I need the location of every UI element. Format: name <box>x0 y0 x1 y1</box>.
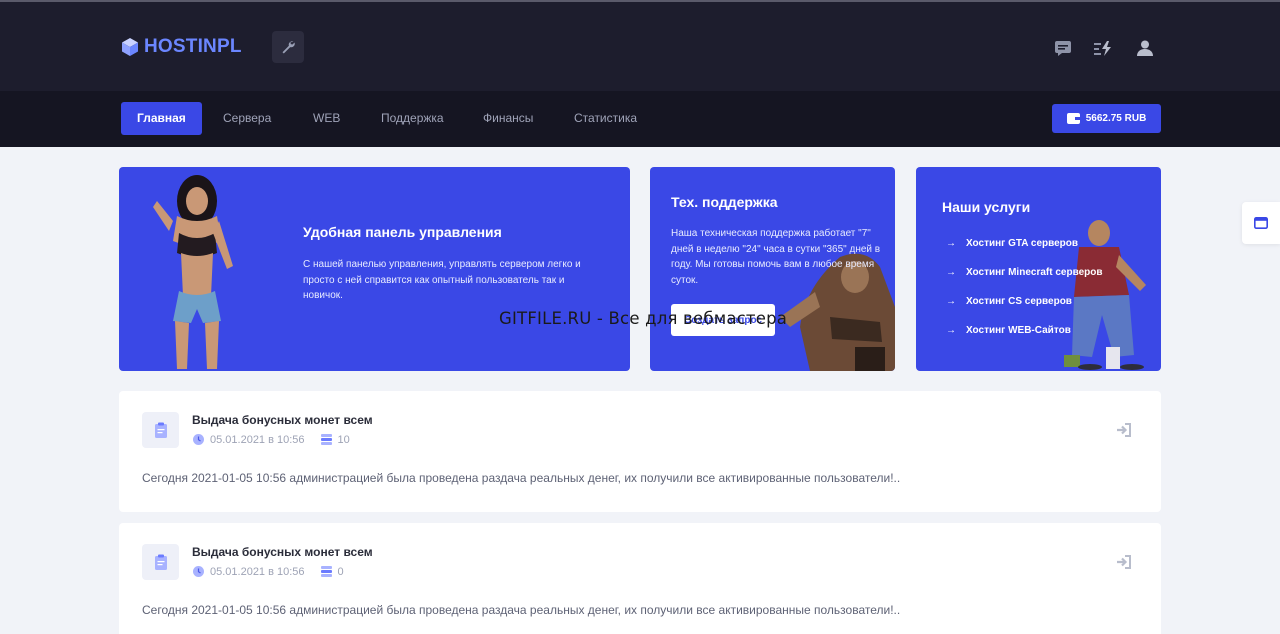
news-item: Выдача бонусных монет всем 05.01.2021 в … <box>119 391 1161 512</box>
news-text: Сегодня 2021-01-05 10:56 администрацией … <box>142 603 901 617</box>
clipboard-icon <box>142 412 179 448</box>
arrow-right-icon: → <box>946 238 956 249</box>
clock-icon <box>192 433 205 446</box>
control-panel-card: Удобная панель управления С нашей панель… <box>119 167 630 371</box>
panel-card-title: Удобная панель управления <box>303 224 502 240</box>
balance-amount: 5662.75 RUB <box>1085 113 1147 124</box>
window-icon <box>1254 217 1268 229</box>
logo[interactable]: HOSTINPL <box>120 36 242 58</box>
support-card: Тех. поддержка Наша техническая поддержк… <box>650 167 895 371</box>
arrow-right-icon: → <box>946 325 956 336</box>
service-item-cs[interactable]: → Хостинг CS серверов <box>946 287 1103 316</box>
service-item-gta[interactable]: → Хостинг GTA серверов <box>946 229 1103 258</box>
news-date: 05.01.2021 в 10:56 <box>210 433 305 446</box>
wallet-icon <box>1066 113 1080 124</box>
chat-icon[interactable] <box>1053 38 1073 58</box>
services-card: Наши услуги → Хостинг GTA серверов → Хости… <box>916 167 1161 371</box>
news-meta: 05.01.2021 в 10:56 0 <box>192 565 344 578</box>
nav-home[interactable]: Главная <box>121 102 202 135</box>
news-views: 10 <box>337 433 350 446</box>
services-card-title: Наши услуги <box>942 199 1031 215</box>
balance-button[interactable]: 5662.75 RUB <box>1052 104 1161 133</box>
news-text: Сегодня 2021-01-05 10:56 администрацией … <box>142 471 901 485</box>
sign-in-icon[interactable] <box>1115 421 1133 439</box>
side-panel-toggle[interactable] <box>1242 202 1280 244</box>
top-header: HOSTINPL <box>0 0 1280 91</box>
arrow-right-icon: → <box>946 267 956 278</box>
news-meta: 05.01.2021 в 10:56 10 <box>192 433 350 446</box>
service-item-minecraft[interactable]: → Хостинг Minecraft серверов <box>946 258 1103 287</box>
news-item: Выдача бонусных монет всем 05.01.2021 в … <box>119 523 1161 634</box>
nav-support[interactable]: Поддержка <box>381 102 444 135</box>
news-date: 05.01.2021 в 10:56 <box>210 565 305 578</box>
wrench-icon <box>282 41 295 54</box>
lightning-icon[interactable] <box>1093 38 1113 58</box>
cube-icon <box>122 38 138 56</box>
nav-statistics[interactable]: Статистика <box>574 102 637 135</box>
support-card-text: Наша техническая поддержка работает "7" … <box>671 228 881 286</box>
arrow-right-icon: → <box>946 296 956 307</box>
views-icon <box>320 433 333 446</box>
services-list: → Хостинг GTA серверов → Хостинг Minecraft… <box>946 229 1103 345</box>
news-title[interactable]: Выдача бонусных монет всем <box>192 545 373 559</box>
panel-card-text: С нашей панелью управления, управлять се… <box>303 259 581 301</box>
user-icon[interactable] <box>1135 38 1155 58</box>
nav-web[interactable]: WEB <box>313 102 340 135</box>
news-views: 0 <box>337 565 344 578</box>
watermark-text: GITFILE.RU - Все для вебмастера <box>499 309 788 328</box>
logo-text: HOSTINPL <box>144 36 242 57</box>
support-card-title: Тех. поддержка <box>671 194 778 210</box>
sign-in-icon[interactable] <box>1115 553 1133 571</box>
service-item-web[interactable]: → Хостинг WEB-Сайтов <box>946 316 1103 345</box>
nav-finance[interactable]: Финансы <box>483 102 533 135</box>
clipboard-icon <box>142 544 179 580</box>
news-title[interactable]: Выдача бонусных монет всем <box>192 413 373 427</box>
views-icon <box>320 565 333 578</box>
tools-button[interactable] <box>272 31 304 63</box>
clock-icon <box>192 565 205 578</box>
nav-servers[interactable]: Сервера <box>223 102 271 135</box>
promo-figure-image <box>153 175 233 369</box>
